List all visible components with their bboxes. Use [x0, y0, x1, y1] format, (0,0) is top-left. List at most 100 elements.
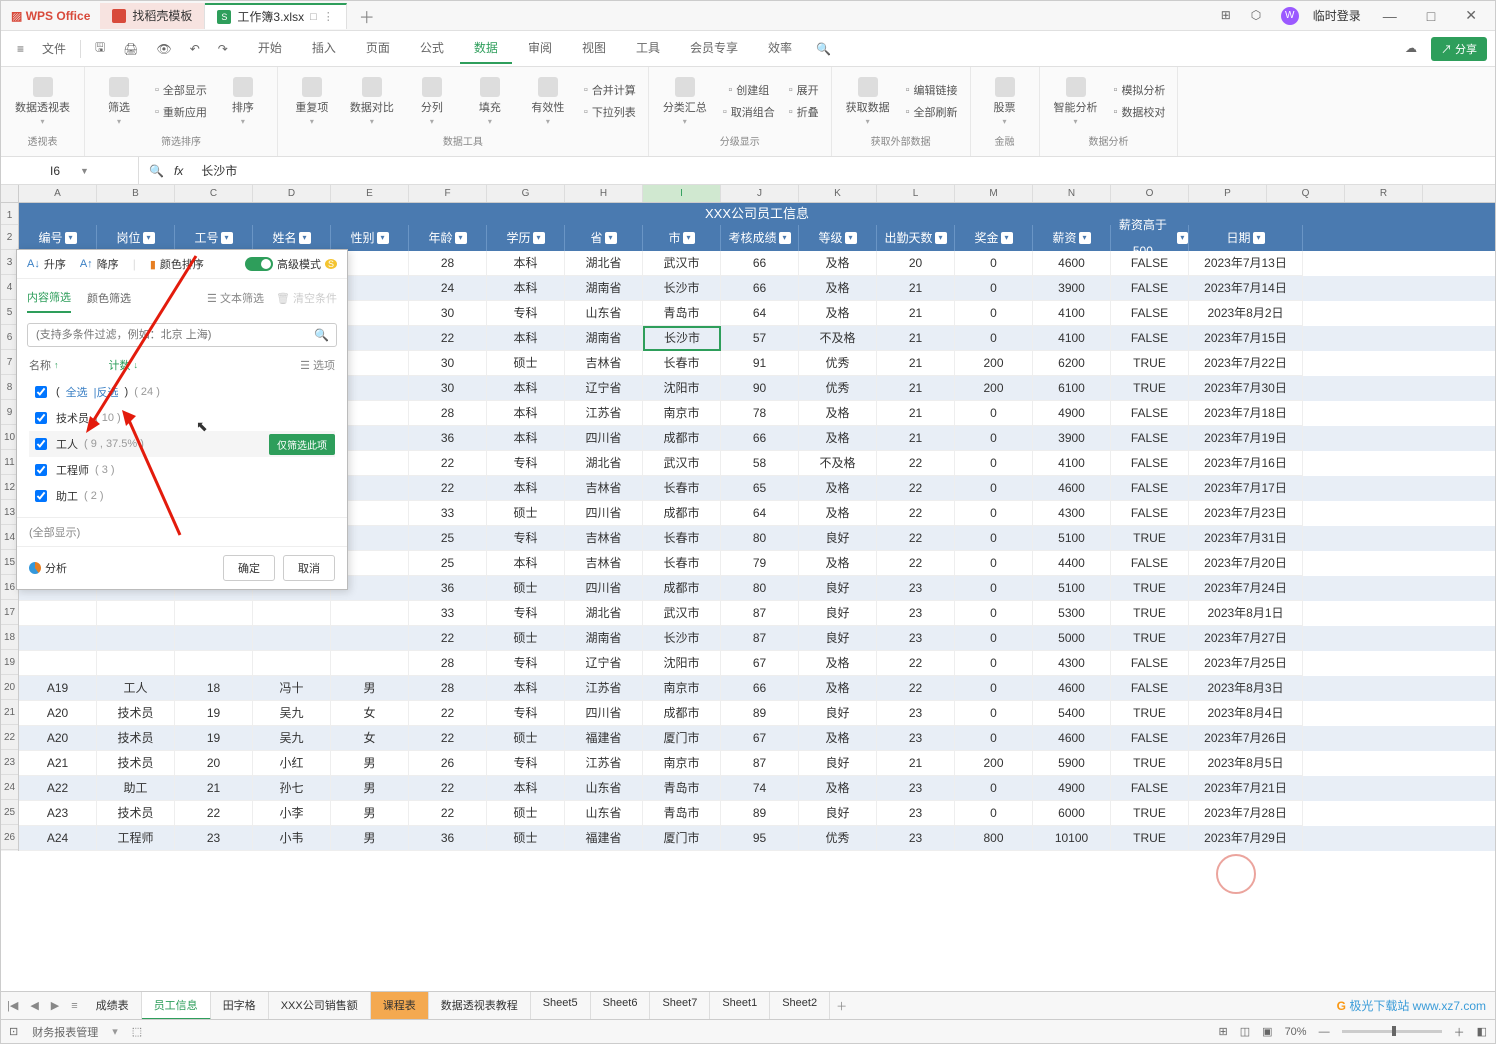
menu-tab-插入[interactable]: 插入	[298, 33, 350, 64]
cell[interactable]: 0	[955, 501, 1033, 526]
sheet-tab[interactable]: 成绩表	[84, 992, 142, 1020]
cell[interactable]: 良好	[799, 801, 877, 826]
cell[interactable]: 四川省	[565, 701, 643, 726]
col-header-cell[interactable]: 考核成绩▾	[721, 225, 799, 251]
zoom-in-icon[interactable]: ＋	[1454, 1024, 1465, 1040]
cell[interactable]: 21	[175, 776, 253, 801]
cell[interactable]: 江苏省	[565, 751, 643, 776]
cell[interactable]: 23	[877, 726, 955, 751]
ribbon-获取数据[interactable]: 获取数据▾	[838, 71, 898, 131]
sheet-list-icon[interactable]: ≡	[65, 1000, 83, 1012]
cell[interactable]: 2023年7月17日	[1189, 476, 1303, 501]
sheet-tab[interactable]: XXX公司销售额	[269, 992, 371, 1020]
sort-color-button[interactable]: ▮颜色排序	[150, 256, 204, 272]
advanced-toggle[interactable]	[245, 257, 273, 271]
cell[interactable]: 5300	[1033, 601, 1111, 626]
cell[interactable]: 22	[877, 651, 955, 676]
col-header-cell[interactable]: 省▾	[565, 225, 643, 251]
filter-dropdown-icon[interactable]: ▾	[683, 232, 695, 244]
cell[interactable]: 女	[331, 701, 409, 726]
formula-input[interactable]: 长沙市	[193, 162, 245, 179]
cell[interactable]: 28	[409, 651, 487, 676]
cell[interactable]: 湖北省	[565, 251, 643, 276]
cell[interactable]: 64	[721, 301, 799, 326]
cell[interactable]: 良好	[799, 526, 877, 551]
sheet-tab[interactable]: Sheet2	[770, 992, 830, 1020]
col-header-F[interactable]: F	[409, 185, 487, 202]
cell[interactable]: 本科	[487, 476, 565, 501]
cell[interactable]: 22	[409, 726, 487, 751]
cell[interactable]	[331, 601, 409, 626]
col-header-J[interactable]: J	[721, 185, 799, 202]
cell[interactable]: 技术员	[97, 726, 175, 751]
cell[interactable]: 4100	[1033, 301, 1111, 326]
cell[interactable]: 男	[331, 801, 409, 826]
filter-only-button[interactable]: 仅筛选此项	[269, 434, 335, 455]
cell[interactable]: 0	[955, 551, 1033, 576]
cell[interactable]: 24	[409, 276, 487, 301]
cell[interactable]: 本科	[487, 376, 565, 401]
cell[interactable]: 2023年7月28日	[1189, 801, 1303, 826]
cell[interactable]: 2023年7月24日	[1189, 576, 1303, 601]
cell[interactable]: 89	[721, 701, 799, 726]
cell[interactable]: 湖北省	[565, 601, 643, 626]
cell[interactable]: 2023年7月21日	[1189, 776, 1303, 801]
cell[interactable]: 山东省	[565, 301, 643, 326]
cell[interactable]: 沈阳市	[643, 376, 721, 401]
filter-tab-content[interactable]: 内容筛选	[27, 283, 71, 313]
cell[interactable]: 吉林省	[565, 351, 643, 376]
cell[interactable]: 良好	[799, 701, 877, 726]
cell[interactable]: 专科	[487, 651, 565, 676]
cell[interactable]: 2023年7月20日	[1189, 551, 1303, 576]
cell[interactable]: 长沙市	[643, 276, 721, 301]
ribbon-取消组合[interactable]: ▫取消组合	[717, 101, 781, 123]
table-row[interactable]: A24工程师23小韦男36硕士福建省厦门市95优秀2380010100TRUE2…	[19, 826, 1495, 851]
cell[interactable]: 助工	[97, 776, 175, 801]
cell[interactable]: 硕士	[487, 576, 565, 601]
ribbon-数据对比[interactable]: 数据对比▾	[342, 71, 402, 131]
cell[interactable]: 硕士	[487, 726, 565, 751]
cell[interactable]: 3900	[1033, 276, 1111, 301]
cell[interactable]: 沈阳市	[643, 651, 721, 676]
cell[interactable]: 65	[721, 476, 799, 501]
cell[interactable]: 武汉市	[643, 251, 721, 276]
ribbon-模拟分析[interactable]: ▫模拟分析	[1108, 79, 1172, 101]
cell[interactable]: 2023年7月29日	[1189, 826, 1303, 851]
row-header-25[interactable]: 25	[1, 800, 18, 825]
cell[interactable]: A20	[19, 701, 97, 726]
table-row[interactable]: A20技术员19吴九女22硕士福建省厦门市67及格2304600FALSE202…	[19, 726, 1495, 751]
cell[interactable]: TRUE	[1111, 826, 1189, 851]
cell[interactable]: 64	[721, 501, 799, 526]
filter-dropdown-icon[interactable]: ▾	[1177, 232, 1188, 244]
col-header-cell[interactable]: 等级▾	[799, 225, 877, 251]
ribbon-分列[interactable]: 分列▾	[404, 71, 460, 131]
sidebar-toggle-icon[interactable]: ◧	[1477, 1025, 1487, 1038]
table-row[interactable]: 28专科辽宁省沈阳市67及格2204300FALSE2023年7月25日	[19, 651, 1495, 676]
cell[interactable]: 吉林省	[565, 551, 643, 576]
cell[interactable]: 专科	[487, 751, 565, 776]
cell[interactable]: 200	[955, 376, 1033, 401]
cell[interactable]: 36	[409, 426, 487, 451]
cell[interactable]: 湖南省	[565, 276, 643, 301]
cell[interactable]: 及格	[799, 301, 877, 326]
cell[interactable]: 4600	[1033, 676, 1111, 701]
col-header-E[interactable]: E	[331, 185, 409, 202]
cell[interactable]: 5000	[1033, 626, 1111, 651]
cell[interactable]: 23	[877, 826, 955, 851]
cell[interactable]: 技术员	[97, 751, 175, 776]
ribbon-展开[interactable]: ▫展开	[783, 79, 825, 101]
cell[interactable]: 2023年8月1日	[1189, 601, 1303, 626]
filter-dropdown-icon[interactable]: ▾	[533, 232, 545, 244]
cell[interactable]: 0	[955, 626, 1033, 651]
cell[interactable]: 28	[409, 676, 487, 701]
cell[interactable]: FALSE	[1111, 401, 1189, 426]
cell[interactable]: 21	[877, 351, 955, 376]
menu-tab-审阅[interactable]: 审阅	[514, 33, 566, 64]
cell[interactable]	[19, 601, 97, 626]
cell[interactable]: 男	[331, 826, 409, 851]
cell[interactable]: 67	[721, 726, 799, 751]
cell[interactable]: 不及格	[799, 451, 877, 476]
cell[interactable]: 长春市	[643, 526, 721, 551]
row-header-20[interactable]: 20	[1, 675, 18, 700]
tab-more-icon[interactable]: ⋮	[323, 10, 334, 23]
